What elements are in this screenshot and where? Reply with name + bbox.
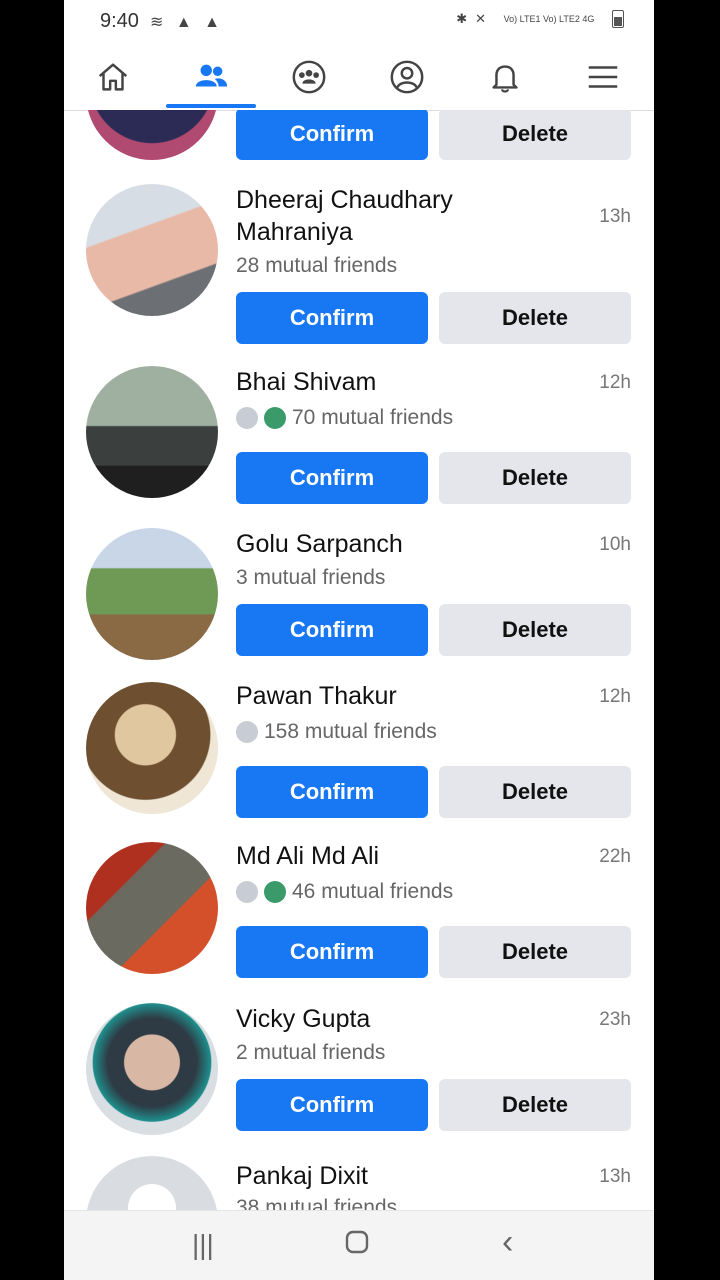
mutual-friend-avatar (236, 407, 258, 429)
recents-button[interactable]: ||| (192, 1229, 214, 1261)
delete-button[interactable]: Delete (439, 292, 631, 344)
mutual-friends[interactable]: 2 mutual friends (236, 1041, 385, 1065)
requester-name[interactable]: Vicky Gupta (236, 1003, 536, 1035)
confirm-button[interactable]: Confirm (236, 110, 428, 160)
mutual-friends[interactable]: 70 mutual friends (236, 406, 453, 430)
request-time: 13h (599, 1166, 631, 1187)
confirm-button[interactable]: Confirm (236, 292, 428, 344)
mute-icon: ✕ (475, 11, 486, 26)
mutual-friends-label: 158 mutual friends (264, 720, 437, 743)
bell-icon (492, 65, 518, 93)
mutual-friends-label: 3 mutual friends (236, 566, 386, 589)
friends-icon (195, 64, 228, 87)
system-nav-bar: ||| ‹ (64, 1210, 654, 1280)
bluetooth-icon: ✱ (456, 11, 468, 26)
default-avatar-icon (128, 1184, 176, 1210)
request-time: 23h (599, 1009, 631, 1030)
mutual-friends[interactable]: 28 mutual friends (236, 254, 397, 278)
avatar[interactable] (86, 528, 218, 660)
back-button[interactable]: ‹ (502, 1223, 513, 1262)
top-nav-bar (64, 44, 654, 111)
profile-icon (390, 60, 424, 94)
delete-button[interactable]: Delete (439, 766, 631, 818)
nav-profile-tab[interactable] (358, 44, 456, 110)
home-circle-icon (345, 1230, 369, 1254)
delete-button[interactable]: Delete (439, 1079, 631, 1131)
avatar[interactable] (86, 366, 218, 498)
mutual-friends-label: 28 mutual friends (236, 254, 398, 277)
nav-friends-tab[interactable] (162, 44, 260, 110)
avatar[interactable] (86, 682, 218, 814)
mutual-friends-label: 38 mutual friends (236, 1196, 398, 1210)
delete-button[interactable]: Delete (439, 110, 631, 160)
avatar[interactable] (86, 184, 218, 316)
requester-name[interactable]: Md Ali Md Ali (236, 840, 536, 872)
nav-groups-tab[interactable] (260, 44, 358, 110)
status-right-icons: ✱ ✕ Vo) LTE1 Vo) LTE2 4G (456, 10, 624, 28)
avatar[interactable] (86, 842, 218, 974)
requester-name[interactable]: Dheeraj Chaudhary Mahraniya (236, 184, 536, 248)
avatar[interactable] (86, 1003, 218, 1135)
requester-name[interactable]: Bhai Shivam (236, 366, 536, 398)
mutual-friends[interactable]: 158 mutual friends (236, 720, 437, 744)
delete-button[interactable]: Delete (439, 604, 631, 656)
avatar[interactable] (86, 110, 218, 160)
delete-button[interactable]: Delete (439, 926, 631, 978)
mutual-friends-label: 46 mutual friends (292, 880, 454, 903)
mutual-friends-label: 2 mutual friends (236, 1041, 386, 1064)
request-time: 13h (599, 206, 631, 227)
confirm-button[interactable]: Confirm (236, 1079, 428, 1131)
request-time: 12h (599, 372, 631, 393)
active-tab-indicator (166, 104, 256, 108)
confirm-button[interactable]: Confirm (236, 452, 428, 504)
request-time: 22h (599, 846, 631, 867)
status-bar: 9:40 ≋ ▲ ▲ ✱ ✕ Vo) LTE1 Vo) LTE2 4G (64, 0, 654, 44)
mutual-friend-avatar (264, 407, 286, 429)
mutual-friends-label: 70 mutual friends (292, 406, 454, 429)
home-button[interactable] (344, 1229, 370, 1262)
confirm-button[interactable]: Confirm (236, 766, 428, 818)
friend-requests-list: Confirm Delete Dheeraj Chaudhary Mahrani… (64, 110, 654, 1210)
nav-menu-tab[interactable] (554, 44, 652, 110)
mutual-friend-avatar (236, 721, 258, 743)
request-time: 12h (599, 686, 631, 707)
mutual-friends[interactable]: 38 mutual friends (236, 1196, 397, 1210)
requester-name[interactable]: Pawan Thakur (236, 680, 536, 712)
requester-name[interactable]: Golu Sarpanch (236, 528, 536, 560)
mutual-friend-avatar (264, 881, 286, 903)
confirm-button[interactable]: Confirm (236, 926, 428, 978)
mutual-friend-avatar (236, 881, 258, 903)
groups-icon (292, 60, 326, 94)
network-label: Vo) LTE1 Vo) LTE2 4G (503, 13, 595, 24)
home-icon (98, 63, 128, 91)
nav-home-tab[interactable] (64, 44, 162, 110)
confirm-button[interactable]: Confirm (236, 604, 428, 656)
request-time: 10h (599, 534, 631, 555)
delete-button[interactable]: Delete (439, 452, 631, 504)
phone-screen: 9:40 ≋ ▲ ▲ ✱ ✕ Vo) LTE1 Vo) LTE2 4G Conf… (64, 0, 654, 1280)
avatar[interactable] (86, 1156, 218, 1210)
nav-notifications-tab[interactable] (456, 44, 554, 110)
mutual-friends[interactable]: 3 mutual friends (236, 566, 385, 590)
requester-name[interactable]: Pankaj Dixit (236, 1160, 536, 1192)
battery-icon (612, 10, 624, 28)
mutual-friends[interactable]: 46 mutual friends (236, 880, 453, 904)
status-time: 9:40 (100, 10, 139, 32)
menu-icon (588, 66, 618, 88)
notification-icons: ≋ ▲ ▲ (150, 14, 224, 31)
